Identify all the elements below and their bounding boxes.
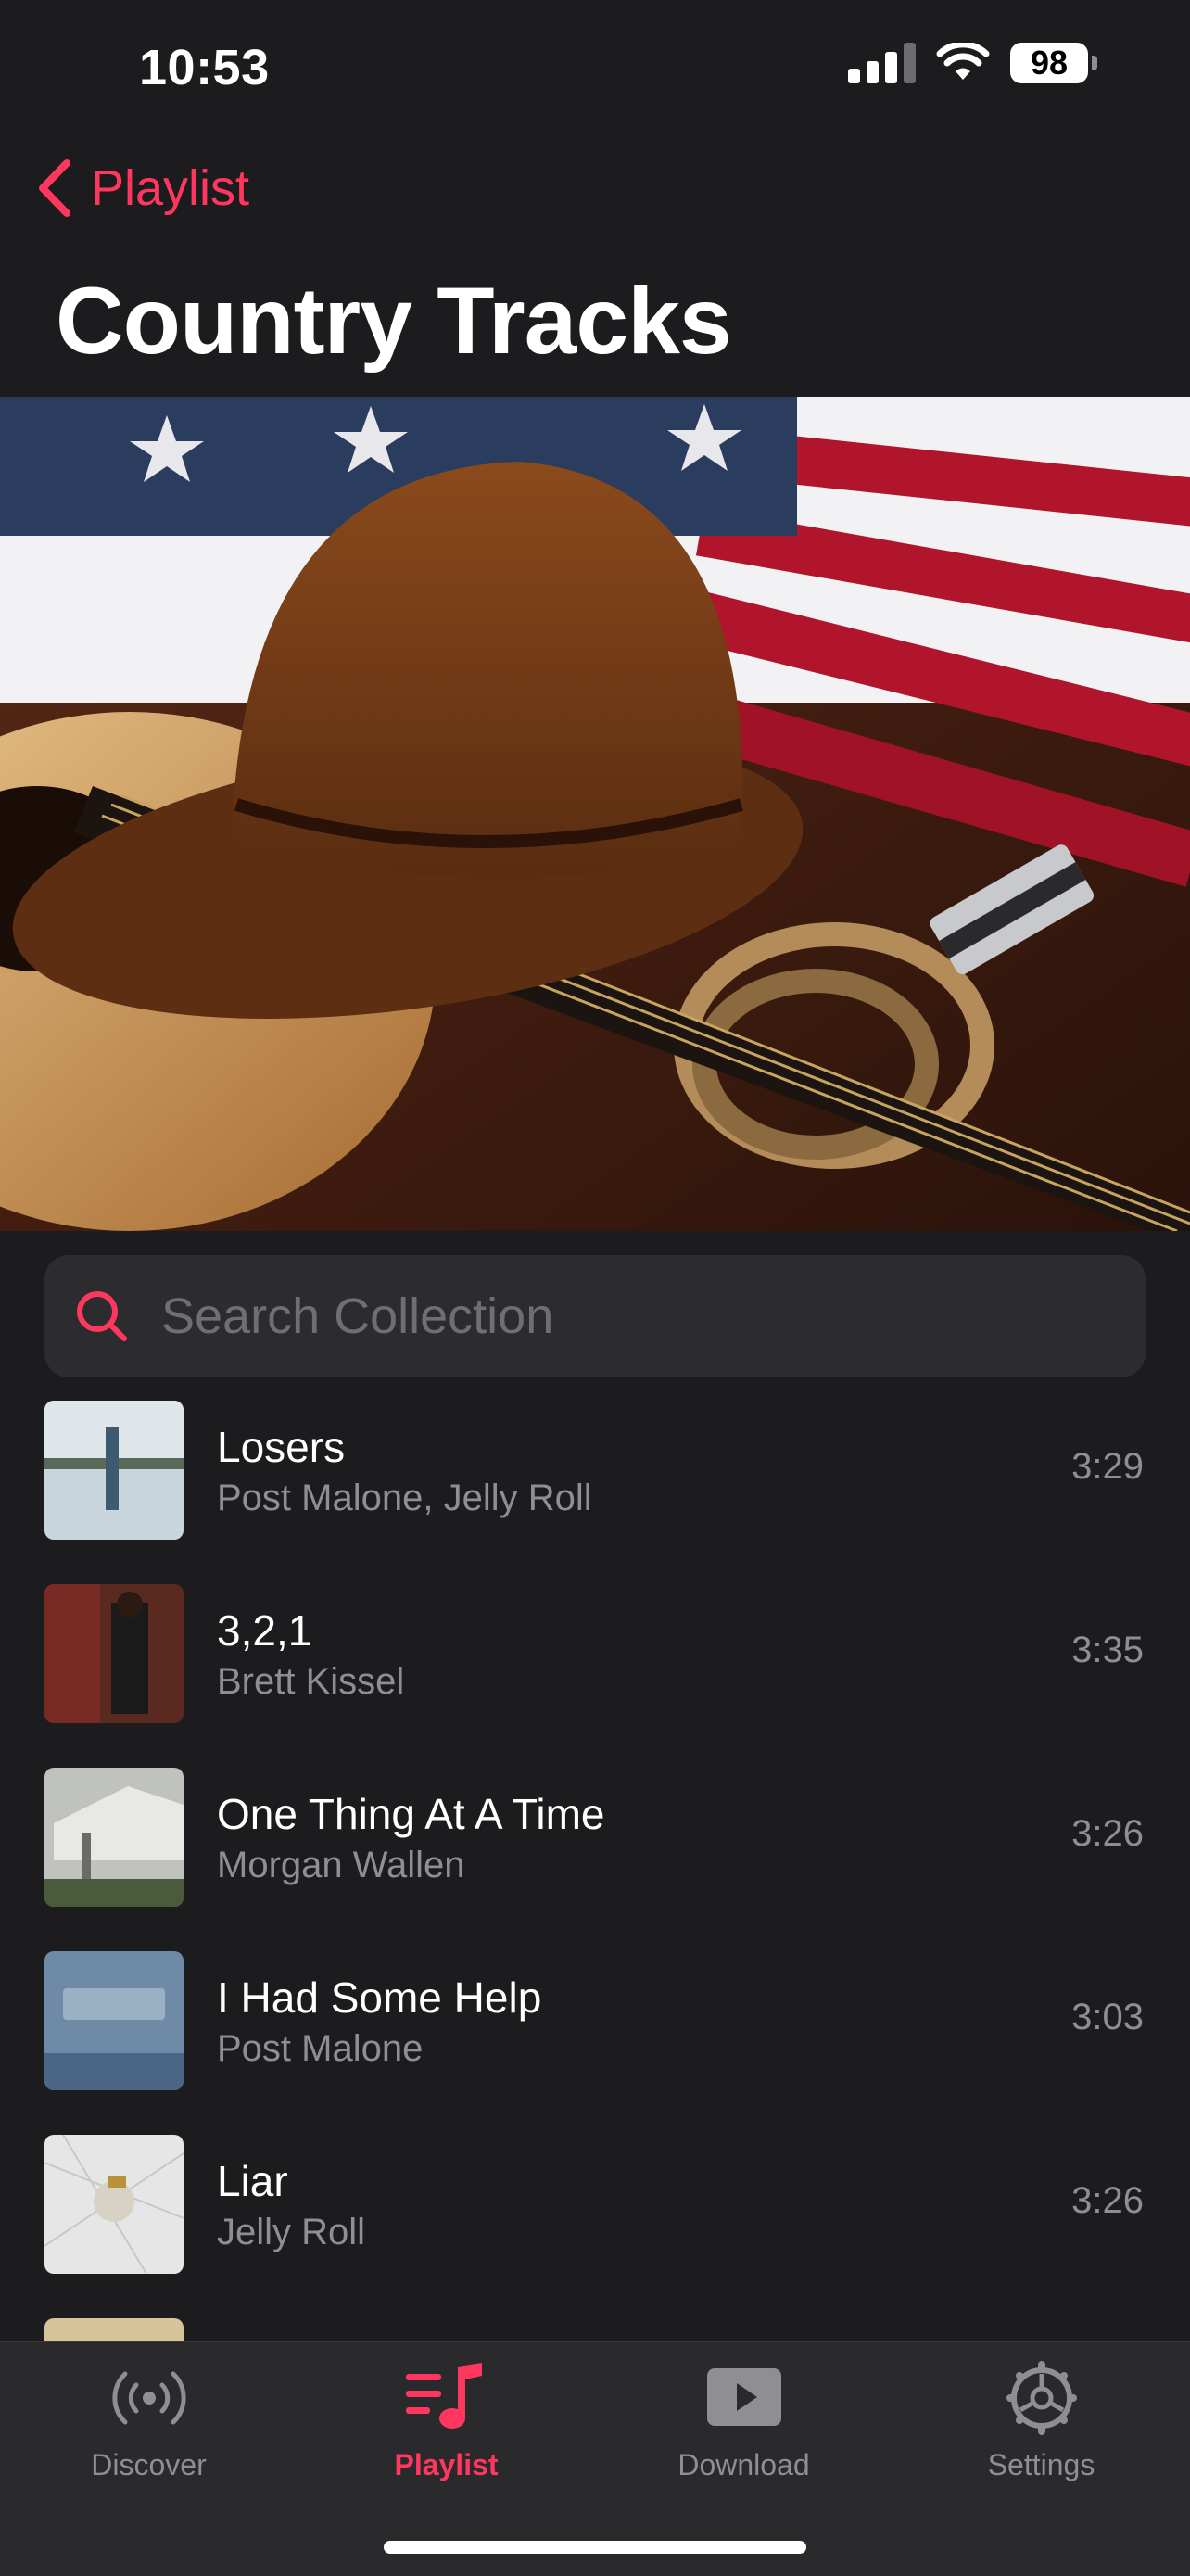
chevron-left-icon xyxy=(39,159,70,217)
status-icons: 98 xyxy=(848,43,1097,83)
track-title: Liar xyxy=(217,2157,288,2205)
search-icon xyxy=(77,1291,127,1341)
back-label: Playlist xyxy=(91,160,250,216)
wifi-icon xyxy=(936,43,990,80)
track-artist: Post Malone xyxy=(217,2028,424,2069)
track-list: Losers Post Malone, Jelly Roll 3:29 3,2,… xyxy=(0,1390,1190,2492)
tab-discover[interactable]: Discover xyxy=(0,2342,298,2500)
track-row[interactable]: 3,2,1 Brett Kissel 3:35 xyxy=(0,1574,1190,1758)
playlist-icon xyxy=(405,2363,482,2429)
track-artist: Post Malone, Jelly Roll xyxy=(217,1478,592,1518)
cellular-signal-icon xyxy=(848,43,916,83)
track-row[interactable]: Losers Post Malone, Jelly Roll 3:29 xyxy=(0,1390,1190,1574)
battery-level: 98 xyxy=(1010,43,1088,83)
album-art xyxy=(44,1401,184,1540)
track-artist: Jelly Roll xyxy=(217,2212,366,2252)
playlist-cover-image xyxy=(0,397,1190,1231)
album-art xyxy=(44,1584,184,1723)
play-square-icon xyxy=(706,2368,781,2426)
track-duration: 3:29 xyxy=(1071,1446,1144,1487)
track-duration: 3:03 xyxy=(1071,1997,1144,2037)
home-indicator[interactable] xyxy=(384,2541,806,2554)
tab-label: Settings xyxy=(987,2448,1095,2481)
track-title: I Had Some Help xyxy=(217,1973,542,2022)
track-duration: 3:26 xyxy=(1071,1813,1144,1854)
tab-settings[interactable]: Settings xyxy=(892,2342,1190,2500)
broadcast-icon xyxy=(111,2371,186,2425)
status-bar: 10:53 98 xyxy=(0,0,1190,139)
tab-label: Playlist xyxy=(394,2448,499,2481)
album-art xyxy=(44,1768,184,1907)
tab-label: Download xyxy=(677,2448,810,2481)
track-row[interactable]: Liar Jelly Roll 3:26 xyxy=(0,2125,1190,2308)
battery-icon: 98 xyxy=(1010,43,1097,83)
search-bar[interactable] xyxy=(44,1255,1146,1377)
tab-bar: Discover Playlist Download Settings xyxy=(0,2341,1190,2576)
search-input[interactable] xyxy=(159,1287,1146,1346)
tab-download[interactable]: Download xyxy=(595,2342,892,2500)
tab-label: Discover xyxy=(91,2448,207,2481)
page-title: Country Tracks xyxy=(56,268,732,374)
track-artist: Brett Kissel xyxy=(217,1661,405,1702)
track-duration: 3:26 xyxy=(1071,2180,1144,2221)
status-time: 10:53 xyxy=(139,40,270,95)
back-button[interactable]: Playlist xyxy=(33,158,249,219)
tab-playlist[interactable]: Playlist xyxy=(298,2342,595,2500)
track-title: One Thing At A Time xyxy=(217,1790,605,1838)
album-art xyxy=(44,2135,184,2274)
gear-icon xyxy=(1006,2361,1077,2435)
track-title: Losers xyxy=(217,1423,346,1471)
track-artist: Morgan Wallen xyxy=(217,1845,465,1885)
track-duration: 3:35 xyxy=(1071,1630,1144,1670)
track-row[interactable]: One Thing At A Time Morgan Wallen 3:26 xyxy=(0,1758,1190,1941)
track-row[interactable]: I Had Some Help Post Malone 3:03 xyxy=(0,1941,1190,2125)
album-art xyxy=(44,1951,184,2090)
track-title: 3,2,1 xyxy=(217,1606,312,1655)
